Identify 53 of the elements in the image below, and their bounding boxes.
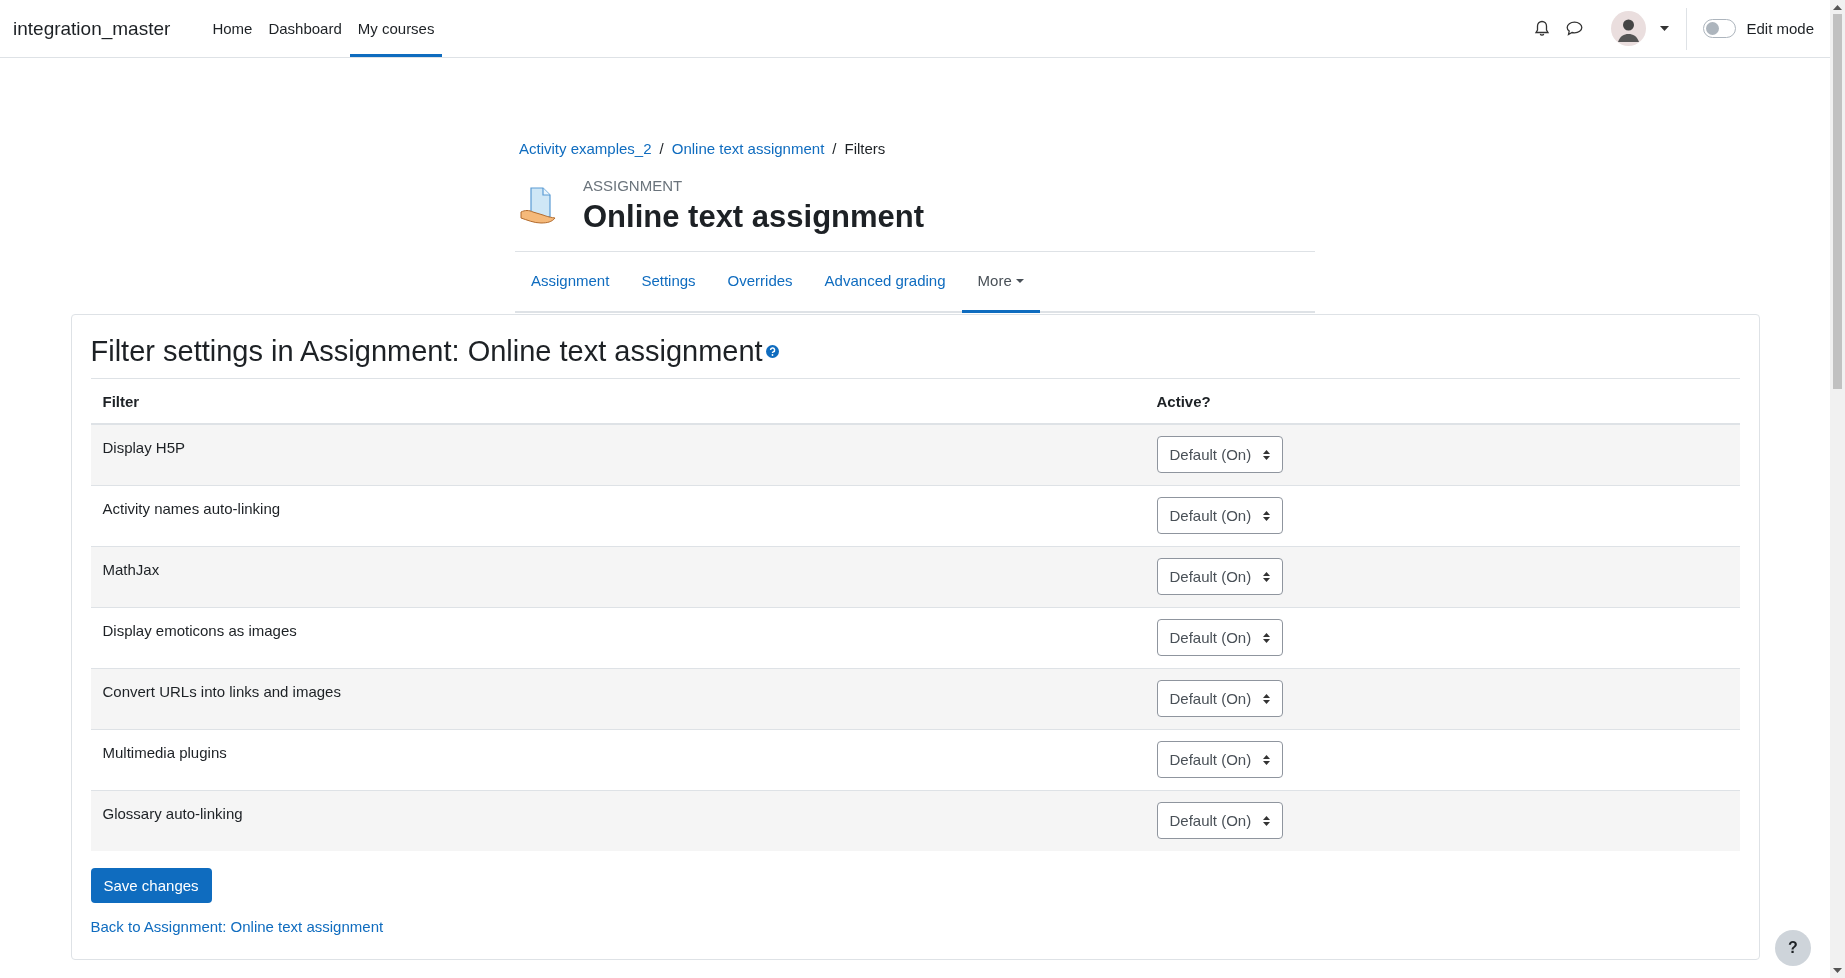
breadcrumb-separator: / xyxy=(832,140,837,157)
sort-arrows-icon xyxy=(1263,815,1271,826)
chat-bubble-icon[interactable] xyxy=(1566,21,1584,36)
nav-tab[interactable]: Settings xyxy=(625,252,712,313)
breadcrumb-link[interactable]: Online text assignment xyxy=(671,140,825,157)
active-select[interactable]: Default (On) xyxy=(1156,619,1284,656)
edit-mode-label: Edit mode xyxy=(1746,20,1814,37)
nav-link[interactable]: Home xyxy=(204,0,261,57)
sort-arrows-icon xyxy=(1263,754,1271,765)
user-avatar[interactable] xyxy=(1611,11,1647,46)
nav-link[interactable]: My courses xyxy=(349,0,443,57)
breadcrumb-link[interactable]: Activity examples_2 xyxy=(519,140,652,157)
sort-arrows-icon xyxy=(1263,632,1271,643)
filter-name-cell: MathJax xyxy=(90,546,1145,607)
scrollbar[interactable] xyxy=(1830,0,1845,978)
breadcrumb-current: Filters xyxy=(844,140,886,157)
sort-arrows-icon xyxy=(1263,571,1271,582)
scrollbar-thumb[interactable] xyxy=(1833,14,1842,389)
edit-mode-toggle[interactable] xyxy=(1703,19,1737,38)
page-heading: Online text assignment xyxy=(583,199,925,235)
nav-tab[interactable]: Advanced grading xyxy=(808,252,962,313)
active-select[interactable]: Default (On) xyxy=(1156,741,1284,778)
active-select[interactable]: Default (On) xyxy=(1156,558,1284,595)
nav-link[interactable]: Dashboard xyxy=(260,0,350,57)
save-changes-button[interactable]: Save changes xyxy=(90,868,212,903)
nav-tab[interactable]: More xyxy=(961,252,1040,313)
filter-name-cell: Glossary auto-linking xyxy=(90,790,1145,851)
active-select[interactable]: Default (On) xyxy=(1156,680,1284,717)
help-icon[interactable] xyxy=(765,345,779,358)
filter-name-cell: Display emoticons as images xyxy=(90,607,1145,668)
filter-name-cell: Multimedia plugins xyxy=(90,729,1145,790)
breadcrumb-separator: / xyxy=(659,140,664,157)
active-select[interactable]: Default (On) xyxy=(1156,802,1284,840)
scroll-up-icon[interactable] xyxy=(1833,5,1842,10)
sort-arrows-icon xyxy=(1263,449,1271,460)
active-select[interactable]: Default (On) xyxy=(1156,436,1284,474)
filter-name-cell: Activity names auto-linking xyxy=(90,485,1145,546)
site-name[interactable]: integration_master xyxy=(13,17,171,40)
caret-icon[interactable] xyxy=(1660,26,1670,31)
active-select[interactable]: Default (On) xyxy=(1156,497,1284,534)
back-link[interactable]: Back to Assignment: Online text assignment xyxy=(90,918,384,935)
nav-tab[interactable]: Assignment xyxy=(515,252,626,313)
notification-bell-icon[interactable] xyxy=(1534,20,1551,37)
scroll-down-icon[interactable] xyxy=(1833,968,1842,973)
filter-name-cell: Display H5P xyxy=(90,424,1145,485)
help-button[interactable]: ? xyxy=(1775,930,1811,966)
activity-type-label: ASSIGNMENT xyxy=(583,177,684,194)
sort-arrows-icon xyxy=(1263,693,1271,704)
filter-name-cell: Convert URLs into links and images xyxy=(90,668,1145,729)
assignment-hand-icon xyxy=(519,186,559,226)
nav-tab[interactable]: Overrides xyxy=(711,252,809,313)
sort-arrows-icon xyxy=(1263,510,1271,521)
section-heading: Filter settings in Assignment: Online text assignment xyxy=(90,335,763,368)
